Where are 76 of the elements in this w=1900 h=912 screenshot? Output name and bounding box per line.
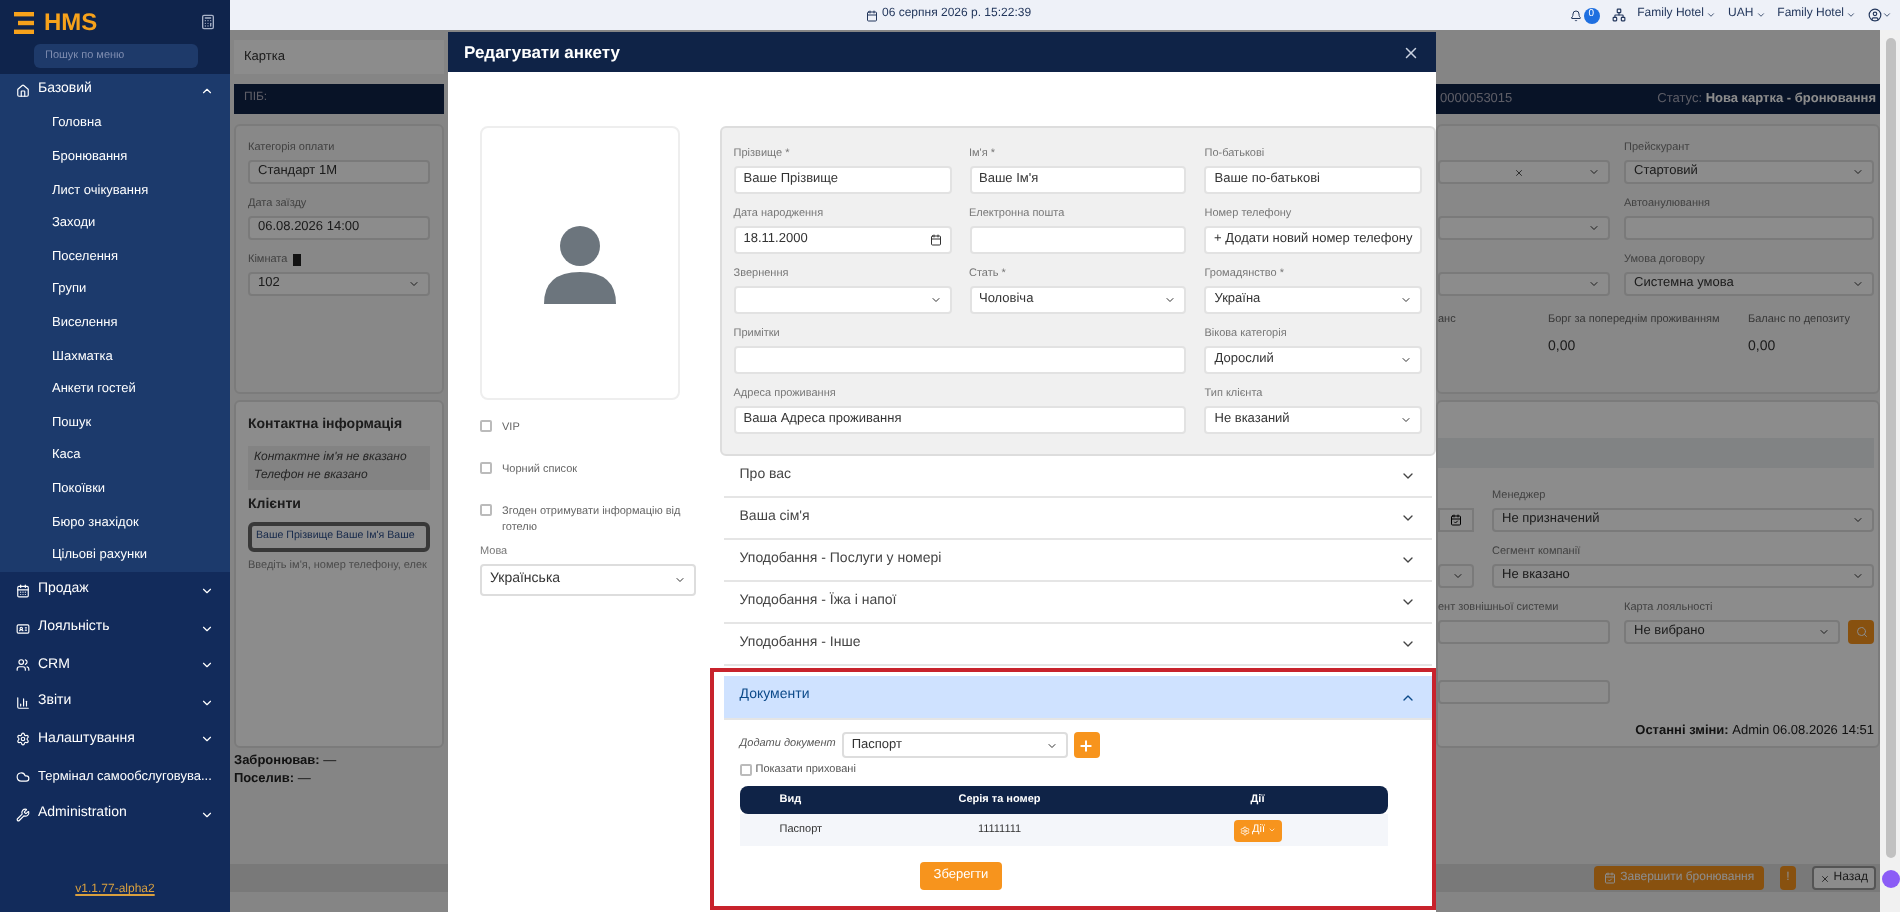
calendar-icon <box>866 9 878 21</box>
checkbox[interactable] <box>480 420 492 432</box>
chevron-down-icon <box>929 294 941 306</box>
chevron-down-icon <box>1400 594 1416 610</box>
chevron-down-icon <box>1588 222 1600 234</box>
chevron-down-icon <box>1588 278 1600 290</box>
checkbox[interactable] <box>480 504 492 516</box>
chevron-down-icon <box>1588 166 1600 178</box>
chevron-down-icon <box>200 807 214 822</box>
chevron-down-icon <box>408 278 420 290</box>
checkbox[interactable] <box>480 462 492 474</box>
close-icon[interactable] <box>1402 43 1420 61</box>
logo-icon <box>14 11 34 33</box>
chevron-down-icon <box>1452 570 1464 582</box>
chevron-down-icon <box>200 732 214 747</box>
chevron-down-icon <box>1400 510 1416 526</box>
menu-icon <box>16 732 30 747</box>
chevron-down-icon <box>1852 278 1864 290</box>
network-icon[interactable] <box>1611 8 1626 22</box>
menu-icon <box>16 770 30 785</box>
calendar-icon <box>929 234 941 246</box>
chevron-down-icon <box>1852 570 1864 582</box>
chevron-down-icon <box>1045 739 1058 751</box>
chevron-down-icon <box>673 574 686 587</box>
calendar-icon <box>1604 872 1617 884</box>
chevron-up-icon <box>200 84 214 98</box>
text-field[interactable] <box>969 226 1187 254</box>
widget-icon[interactable] <box>1881 870 1899 888</box>
person-silhouette-icon <box>544 223 616 303</box>
caret-icon <box>1882 10 1892 20</box>
menu-icon <box>16 695 30 710</box>
checkbox[interactable] <box>739 764 752 777</box>
search-button[interactable] <box>1848 620 1874 644</box>
chevron-down-icon <box>200 584 214 599</box>
door-icon <box>291 254 302 266</box>
chevron-down-icon <box>1400 636 1416 652</box>
text-field[interactable] <box>733 346 1187 374</box>
user-icon <box>1868 8 1882 22</box>
chevron-down-icon <box>1400 468 1416 484</box>
bell-icon[interactable] <box>1569 9 1582 21</box>
search-icon <box>1855 626 1867 638</box>
chevron-down-icon <box>200 621 214 636</box>
caret-icon <box>1705 10 1716 20</box>
field-select[interactable] <box>1438 216 1610 240</box>
chevron-down-icon <box>1399 414 1412 426</box>
caret-icon <box>1755 10 1766 20</box>
menu-icon <box>16 658 30 673</box>
field-input[interactable] <box>1438 680 1610 704</box>
gear-icon <box>1240 825 1251 836</box>
logo-text: HMS <box>44 10 98 34</box>
caret-icon <box>1846 10 1856 20</box>
menu-icon <box>16 621 30 636</box>
plus-icon <box>1078 737 1095 753</box>
chevron-down-icon <box>1818 626 1830 638</box>
dialog-title: Редагувати анкету <box>464 39 620 65</box>
field-select[interactable] <box>1438 564 1474 588</box>
chevron-down-icon <box>1164 294 1177 306</box>
chevron-down-icon <box>1399 294 1412 306</box>
chevron-down-icon <box>200 658 214 673</box>
chevron-down-icon <box>1852 514 1864 526</box>
chevron-down-icon <box>200 695 214 710</box>
chevron-down-icon <box>1400 552 1416 568</box>
user-menu[interactable] <box>1868 8 1892 22</box>
date-picker-button[interactable] <box>1438 508 1474 532</box>
calendar-icon <box>1450 514 1462 526</box>
menu-icon <box>16 584 30 599</box>
field-select[interactable] <box>1438 160 1610 184</box>
field-select[interactable] <box>1438 272 1610 296</box>
chevron-down-icon <box>1399 354 1412 366</box>
add-button[interactable] <box>1073 732 1100 758</box>
menu-icon <box>16 807 30 822</box>
field-input[interactable] <box>1438 620 1610 644</box>
calculator-icon[interactable] <box>200 14 216 30</box>
select-field[interactable] <box>733 286 951 314</box>
menu-icon <box>16 84 30 98</box>
chevron-down-icon <box>1852 166 1864 178</box>
